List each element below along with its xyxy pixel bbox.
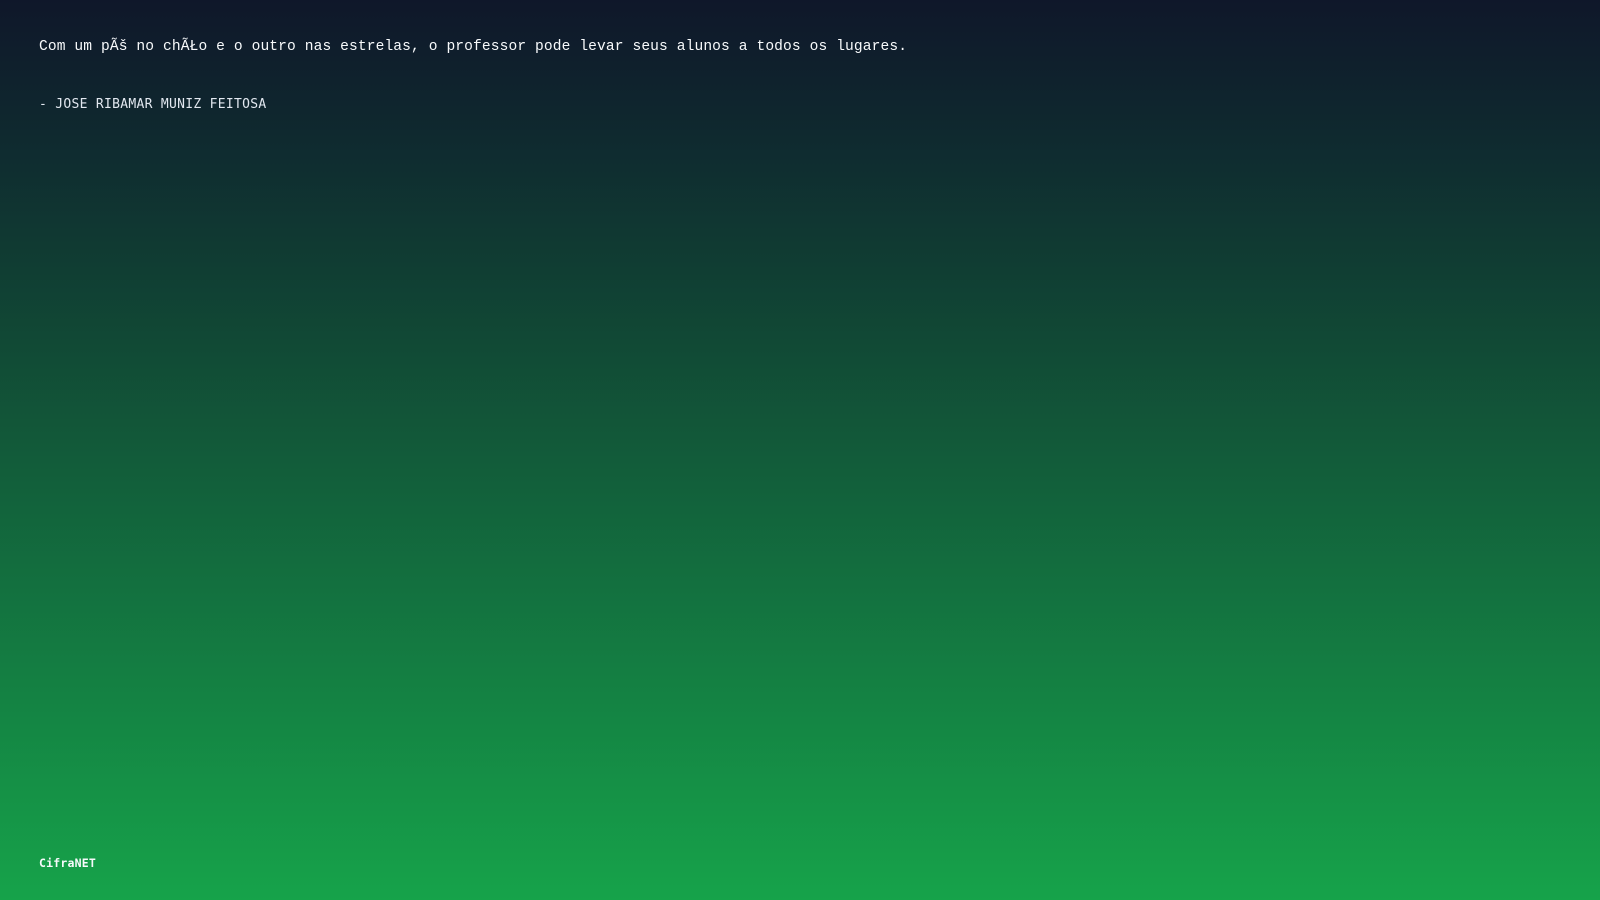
- quote-screen: { "quote": { "text": "Com um pÃš no chÃŁ…: [0, 0, 1600, 900]
- quote-block: Com um pÃš no chÃŁo e o outro nas estrel…: [39, 36, 1539, 115]
- quote-text: Com um pÃš no chÃŁo e o outro nas estrel…: [39, 39, 908, 55]
- quote-author: - JOSE RIBAMAR MUNIZ FEITOSA: [39, 97, 267, 112]
- brand-name: CifraNET: [39, 856, 96, 870]
